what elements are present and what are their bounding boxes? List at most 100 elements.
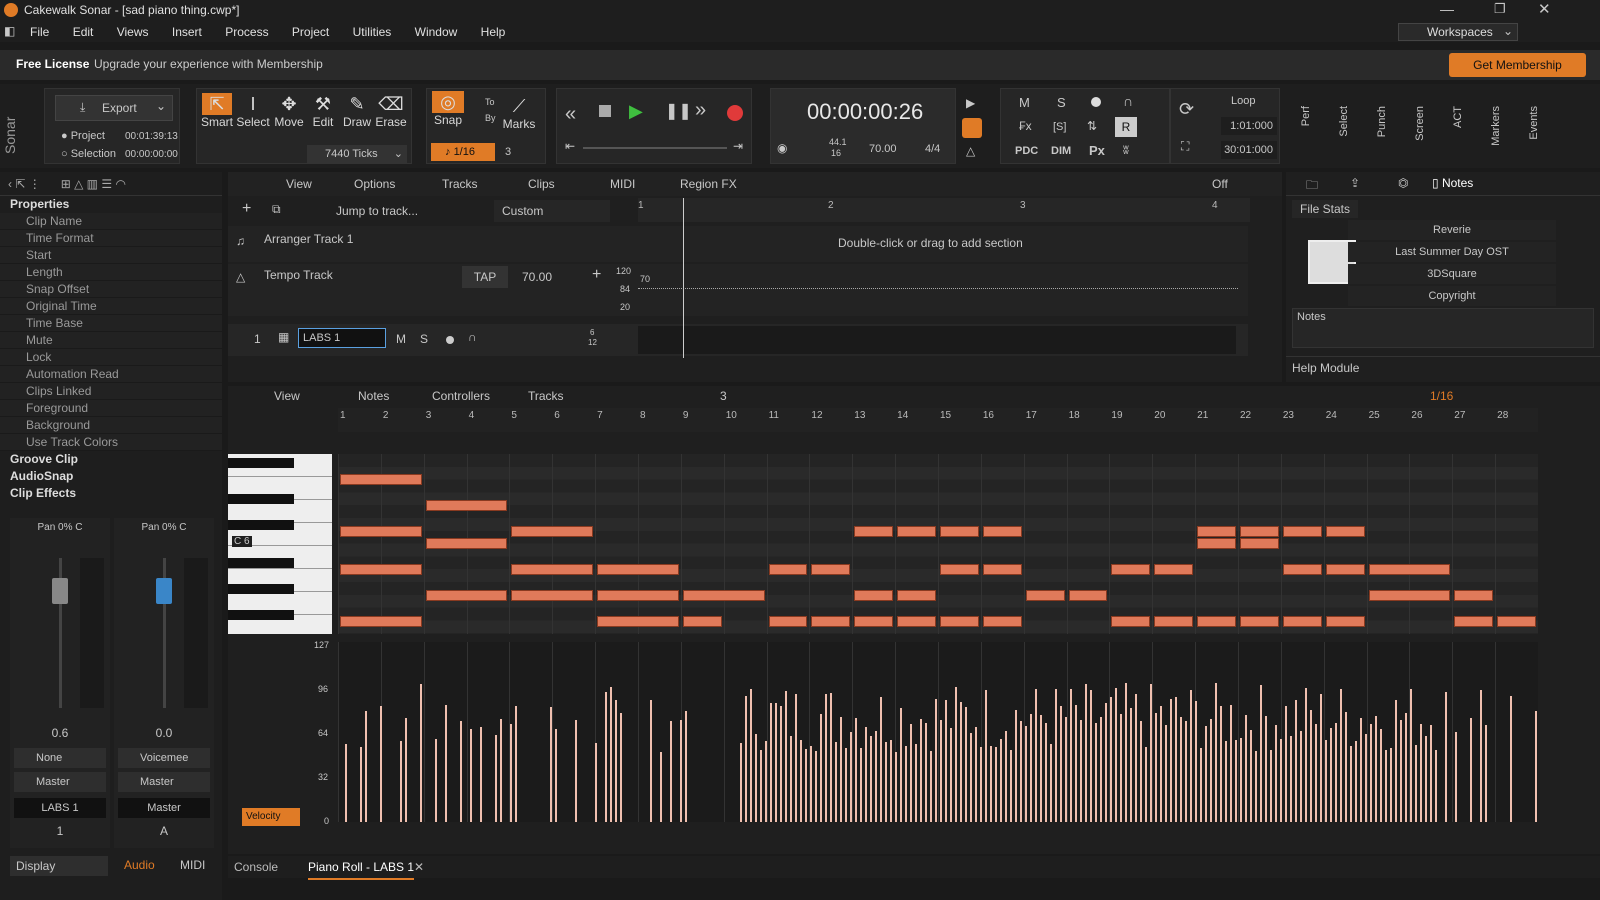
velocity-bar[interactable] bbox=[1355, 740, 1357, 822]
velocity-bar[interactable] bbox=[1070, 688, 1072, 822]
velocity-bar[interactable] bbox=[880, 696, 882, 822]
velocity-bar[interactable] bbox=[1215, 682, 1217, 822]
prop-row[interactable]: Background bbox=[0, 417, 222, 434]
grid-off-toggle[interactable]: Off bbox=[1212, 177, 1228, 191]
velocity-bar[interactable] bbox=[1295, 700, 1297, 822]
midi-note[interactable] bbox=[1025, 590, 1065, 601]
velocity-bar[interactable] bbox=[1260, 684, 1262, 822]
snap-button[interactable]: ◎ Snap bbox=[431, 91, 465, 127]
velocity-bar[interactable] bbox=[1150, 683, 1152, 822]
meter-display[interactable]: 4/4 bbox=[925, 143, 940, 155]
velocity-bar[interactable] bbox=[805, 749, 807, 822]
velocity-bar[interactable] bbox=[1075, 704, 1077, 822]
velocity-bar[interactable] bbox=[905, 745, 907, 822]
velocity-bar[interactable] bbox=[1375, 716, 1377, 822]
selection-radio[interactable]: ○ Selection bbox=[61, 148, 116, 160]
track-mute-button[interactable]: M bbox=[396, 332, 406, 346]
midi-note[interactable] bbox=[425, 538, 508, 549]
velocity-bar[interactable] bbox=[1365, 734, 1367, 822]
pan-control[interactable]: Pan 0% C bbox=[114, 518, 214, 533]
record-icon[interactable] bbox=[727, 105, 743, 121]
velocity-bar[interactable] bbox=[360, 746, 362, 822]
midi-note[interactable] bbox=[897, 616, 936, 627]
velocity-bar[interactable] bbox=[435, 738, 437, 822]
black-key[interactable] bbox=[228, 610, 294, 620]
metronome-toggle-icon[interactable]: △ bbox=[966, 144, 975, 158]
velocity-bar[interactable] bbox=[925, 722, 927, 822]
mute-all-button[interactable]: M bbox=[1019, 95, 1030, 110]
velocity-bar[interactable] bbox=[605, 691, 607, 822]
read-button[interactable]: R bbox=[1115, 117, 1137, 137]
track-menu-clips[interactable]: Clips bbox=[528, 177, 555, 191]
velocity-bar[interactable] bbox=[1080, 719, 1082, 822]
velocity-bar[interactable] bbox=[1035, 688, 1037, 822]
velocity-bar[interactable] bbox=[755, 733, 757, 822]
loop-end[interactable]: 30:01:000 bbox=[1221, 141, 1277, 159]
time-display[interactable]: 00:00:00:26 bbox=[807, 99, 923, 125]
velocity-bar[interactable] bbox=[1350, 746, 1352, 822]
pause-icon[interactable]: ❚❚ bbox=[665, 101, 692, 121]
audio-tab[interactable]: Audio bbox=[124, 858, 155, 872]
midi-note[interactable] bbox=[511, 564, 594, 575]
velocity-bar[interactable] bbox=[1195, 701, 1197, 822]
custom-dropdown[interactable]: Custom bbox=[494, 200, 610, 222]
prop-row[interactable]: Snap Offset bbox=[0, 281, 222, 298]
display-dropdown[interactable]: Display bbox=[10, 856, 108, 876]
duration-triplet[interactable]: 3 bbox=[720, 389, 727, 403]
midi-note[interactable] bbox=[1325, 564, 1365, 575]
pdc-button[interactable]: PDC bbox=[1015, 145, 1038, 157]
velocity-bar[interactable] bbox=[345, 743, 347, 822]
velocity-bar[interactable] bbox=[1100, 717, 1102, 822]
velocity-bar[interactable] bbox=[1065, 717, 1067, 822]
velocity-bar[interactable] bbox=[1370, 723, 1372, 822]
velocity-bar[interactable] bbox=[1090, 689, 1092, 822]
velocity-bar[interactable] bbox=[1265, 716, 1267, 822]
tool-smart[interactable]: ⇱ Smart bbox=[201, 93, 233, 129]
velocity-bar[interactable] bbox=[1245, 715, 1247, 822]
velocity-bar[interactable] bbox=[935, 699, 937, 822]
velocity-bar[interactable] bbox=[795, 693, 797, 822]
velocity-bar[interactable] bbox=[745, 696, 747, 822]
prop-row[interactable]: Start bbox=[0, 247, 222, 264]
play-from-icon[interactable]: ▶ bbox=[966, 96, 975, 110]
get-membership-button[interactable]: Get Membership bbox=[1449, 53, 1586, 77]
pr-menu-notes[interactable]: Notes bbox=[358, 389, 389, 403]
midi-note[interactable] bbox=[1368, 590, 1451, 601]
velocity-bar[interactable] bbox=[1345, 712, 1347, 822]
note-grid[interactable] bbox=[338, 454, 1538, 634]
velocity-bar[interactable] bbox=[660, 751, 662, 822]
velocity-bar[interactable] bbox=[615, 699, 617, 822]
velocity-bar[interactable] bbox=[1425, 736, 1427, 822]
velocity-bar[interactable] bbox=[825, 693, 827, 822]
velocity-bar[interactable] bbox=[550, 706, 552, 822]
module-act[interactable]: ACT bbox=[1452, 106, 1464, 128]
midi-note[interactable] bbox=[1197, 538, 1236, 549]
velocity-bar[interactable] bbox=[1420, 723, 1422, 822]
velocity-bar[interactable] bbox=[940, 720, 942, 822]
velocity-bar[interactable] bbox=[670, 721, 672, 822]
loop-toggle-icon[interactable]: ⟳ bbox=[1179, 99, 1194, 120]
strip-name[interactable]: LABS 1 bbox=[14, 798, 106, 818]
midi-note[interactable] bbox=[811, 616, 851, 627]
pan-control[interactable]: Pan 0% C bbox=[10, 518, 110, 533]
velocity-bar[interactable] bbox=[1485, 725, 1487, 822]
velocity-bar[interactable] bbox=[760, 750, 762, 822]
midi-note[interactable] bbox=[511, 590, 594, 601]
velocity-bar[interactable] bbox=[850, 732, 852, 822]
velocity-bar[interactable] bbox=[1175, 697, 1177, 822]
midi-note[interactable] bbox=[982, 564, 1022, 575]
velocity-bar[interactable] bbox=[1275, 724, 1277, 822]
velocity-bar[interactable] bbox=[860, 747, 862, 822]
velocity-bar[interactable] bbox=[1185, 720, 1187, 822]
velocity-bar[interactable] bbox=[1125, 682, 1127, 822]
module-screen[interactable]: Screen bbox=[1414, 106, 1426, 141]
velocity-bar[interactable] bbox=[1200, 748, 1202, 822]
pr-menu-view[interactable]: View bbox=[274, 389, 300, 403]
playhead[interactable] bbox=[683, 198, 684, 358]
jump-to-track[interactable]: Jump to track... bbox=[336, 204, 418, 218]
velocity-bar[interactable] bbox=[835, 741, 837, 822]
velocity-bar[interactable] bbox=[975, 726, 977, 822]
properties-header[interactable]: Properties bbox=[0, 196, 222, 213]
velocity-bar[interactable] bbox=[1510, 695, 1512, 822]
midi-note[interactable] bbox=[1282, 616, 1322, 627]
